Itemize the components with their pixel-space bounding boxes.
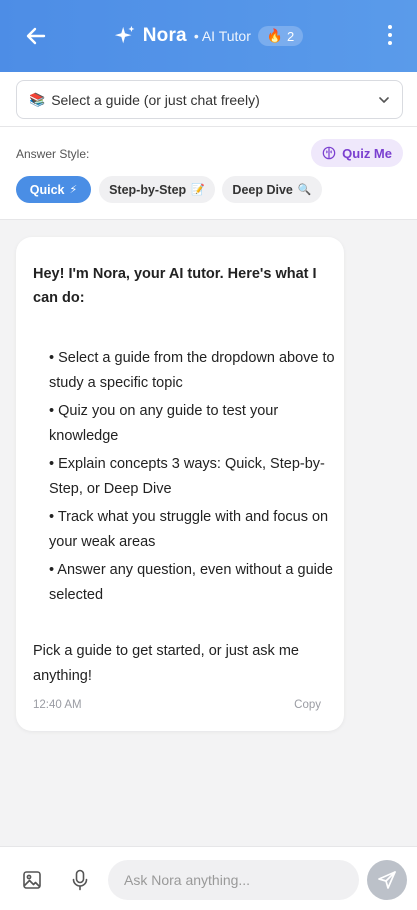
style-option-label: Deep Dive	[232, 182, 293, 197]
quiz-me-label: Quiz Me	[342, 145, 392, 161]
assistant-name: Nora	[142, 25, 187, 46]
assistant-message-bubble: Hey! I'm Nora, your AI tutor. Here's wha…	[16, 237, 344, 731]
assistant-role: • AI Tutor	[193, 28, 251, 44]
list-item: • Answer any question, even without a gu…	[49, 562, 333, 603]
list-item: • Explain concepts 3 ways: Quick, Step-b…	[49, 456, 325, 497]
guide-dropdown[interactable]: 📚 Select a guide (or just chat freely)	[16, 80, 403, 119]
copy-button[interactable]: Copy	[294, 699, 321, 711]
style-option-quick[interactable]: Quick ⚡	[16, 176, 91, 203]
style-option-label: Quick	[29, 182, 65, 197]
guide-dropdown-value: Select a guide (or just chat freely)	[51, 91, 260, 108]
message-timestamp: 12:40 AM	[33, 699, 82, 711]
app-header: Nora • AI Tutor 🔥 2	[0, 0, 417, 72]
brain-icon	[322, 146, 336, 160]
more-options-icon[interactable]	[387, 25, 393, 47]
chat-area[interactable]: Hey! I'm Nora, your AI tutor. Here's wha…	[0, 220, 417, 846]
image-upload-icon[interactable]	[22, 870, 42, 890]
chevron-down-icon	[379, 97, 389, 103]
style-option-deep-dive[interactable]: Deep Dive 🔍	[222, 176, 322, 203]
streak-count: 2	[287, 28, 295, 44]
message-outro: Pick a guide to get started, or just ask…	[33, 643, 299, 684]
guide-selector-bar: 📚 Select a guide (or just chat freely)	[0, 72, 417, 127]
list-item: • Quiz you on any guide to test your kno…	[49, 403, 279, 444]
streak-badge: 🔥 2	[257, 26, 304, 46]
lightning-icon: ⚡	[69, 184, 78, 196]
books-icon: 📚	[29, 91, 46, 107]
list-item: • Select a guide from the dropdown above…	[49, 350, 335, 391]
answer-style-panel: Answer Style: Quiz Me Quick ⚡ Step-by-St…	[0, 127, 417, 220]
message-intro: Hey! I'm Nora, your AI tutor. Here's wha…	[33, 266, 317, 306]
flame-icon: 🔥	[266, 28, 284, 43]
capabilities-list: • Select a guide from the dropdown above…	[49, 346, 339, 611]
microphone-icon[interactable]	[70, 869, 90, 891]
send-icon	[378, 871, 396, 889]
answer-style-label: Answer Style:	[16, 147, 90, 161]
style-option-label: Step-by-Step	[109, 182, 187, 197]
message-input[interactable]	[108, 860, 359, 900]
composer-bar	[0, 846, 417, 910]
sparkle-icon	[114, 25, 135, 44]
send-button[interactable]	[367, 860, 407, 900]
header-title-group: Nora • AI Tutor 🔥 2	[0, 0, 417, 72]
memo-icon: 📝	[191, 184, 205, 196]
quiz-me-button[interactable]: Quiz Me	[311, 139, 403, 167]
style-option-step-by-step[interactable]: Step-by-Step 📝	[99, 176, 215, 203]
magnifier-icon: 🔍	[297, 184, 312, 196]
list-item: • Track what you struggle with and focus…	[49, 509, 329, 550]
